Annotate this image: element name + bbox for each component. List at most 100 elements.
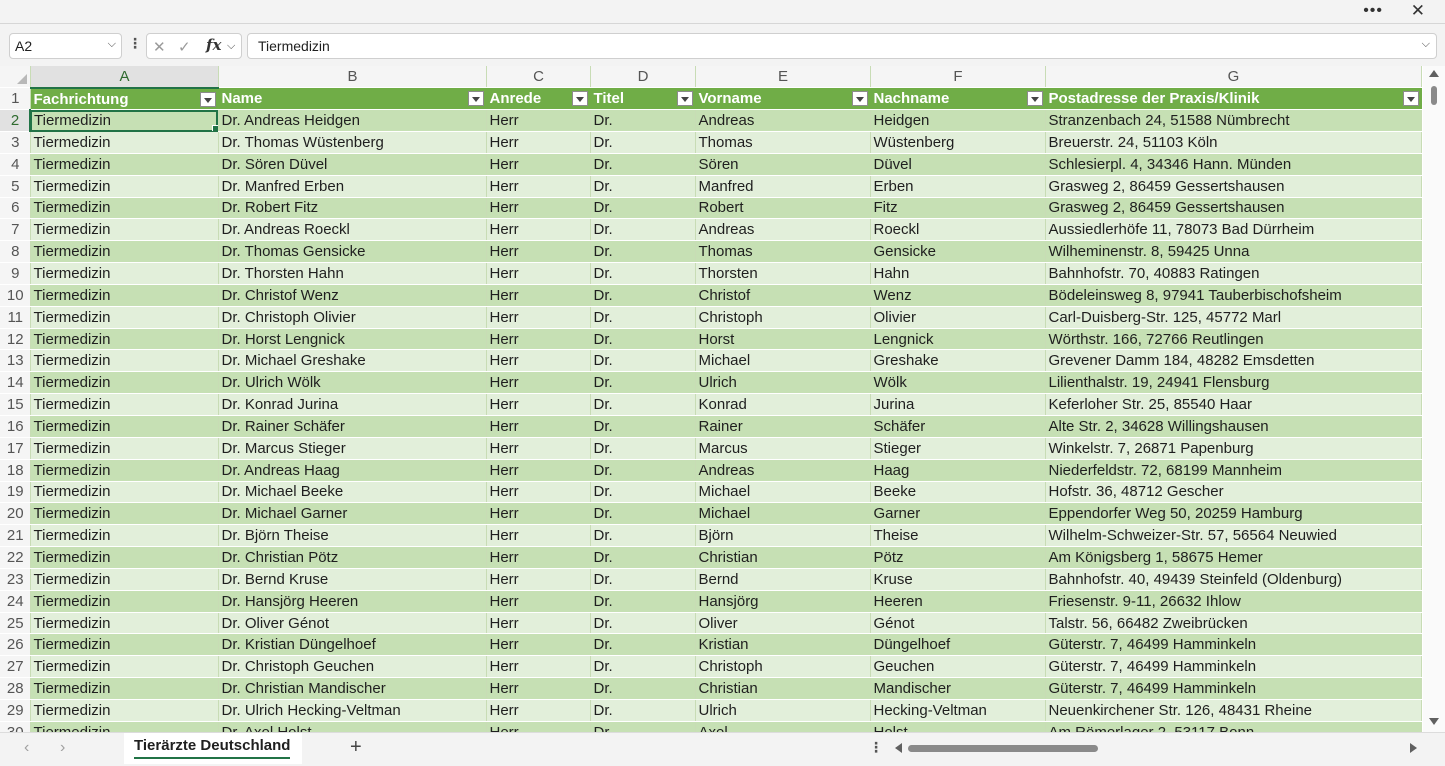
table-cell[interactable]: Tiermedizin	[30, 175, 219, 198]
table-cell[interactable]: Tiermedizin	[30, 218, 219, 242]
table-cell[interactable]: Schlesierpl. 4, 34346 Hann. Münden	[1045, 153, 1422, 176]
table-header-cell[interactable]: Anrede	[486, 87, 591, 111]
table-cell[interactable]: Dr.	[590, 284, 696, 307]
table-header-cell[interactable]: Titel	[590, 87, 696, 111]
table-cell[interactable]: Theise	[870, 524, 1046, 548]
table-cell[interactable]: Winkelstr. 7, 26871 Papenburg	[1045, 437, 1422, 460]
row-header[interactable]: 4	[0, 153, 31, 176]
table-header-cell[interactable]: Postadresse der Praxis/Klinik	[1045, 87, 1422, 111]
scroll-left-icon[interactable]	[895, 743, 902, 753]
row-header[interactable]: 8	[0, 240, 31, 264]
row-header[interactable]: 16	[0, 415, 31, 438]
table-cell[interactable]: Tiermedizin	[30, 240, 219, 264]
table-cell[interactable]: Wilheminenstr. 8, 59425 Unna	[1045, 240, 1422, 264]
row-header[interactable]: 20	[0, 502, 31, 526]
table-cell[interactable]: Herr	[486, 459, 591, 482]
table-cell[interactable]: Dr. Christoph Olivier	[218, 306, 487, 329]
table-cell[interactable]: Tiermedizin	[30, 284, 219, 307]
chevron-down-icon[interactable]: ⌵	[108, 38, 116, 51]
table-cell[interactable]: Jurina	[870, 393, 1046, 416]
chevron-down-icon[interactable]: ⌵	[227, 40, 235, 53]
table-cell[interactable]: Herr	[486, 393, 591, 416]
table-cell[interactable]: Güterstr. 7, 46499 Hamminkeln	[1045, 633, 1422, 657]
table-cell[interactable]: Sören	[695, 153, 871, 176]
table-cell[interactable]: Dr.	[590, 481, 696, 504]
table-cell[interactable]: Dr. Christoph Geuchen	[218, 655, 487, 679]
filter-dropdown-icon[interactable]	[676, 91, 693, 107]
row-header[interactable]: 6	[0, 197, 31, 220]
column-header-d[interactable]: D	[590, 66, 696, 89]
table-cell[interactable]: Dr. Björn Theise	[218, 524, 487, 548]
table-cell[interactable]: Herr	[486, 284, 591, 307]
table-cell[interactable]: Dr.	[590, 677, 696, 700]
table-cell[interactable]: Güterstr. 7, 46499 Hamminkeln	[1045, 655, 1422, 679]
table-cell[interactable]: Dr. Rainer Schäfer	[218, 415, 487, 438]
table-cell[interactable]: Carl-Duisberg-Str. 125, 45772 Marl	[1045, 306, 1422, 329]
table-cell[interactable]: Schäfer	[870, 415, 1046, 438]
table-cell[interactable]: Wenz	[870, 284, 1046, 307]
row-header[interactable]: 11	[0, 306, 31, 329]
table-cell[interactable]: Christoph	[695, 655, 871, 679]
close-icon[interactable]: ✕	[1411, 1, 1425, 21]
table-cell[interactable]: Tiermedizin	[30, 437, 219, 460]
table-cell[interactable]: Herr	[486, 590, 591, 613]
table-cell[interactable]: Roeckl	[870, 218, 1046, 242]
scroll-right-icon[interactable]	[1410, 743, 1417, 753]
column-header-f[interactable]: F	[870, 66, 1046, 89]
table-cell[interactable]: Dr. Thomas Wüstenberg	[218, 131, 487, 154]
table-cell[interactable]: Dr.	[590, 459, 696, 482]
table-cell[interactable]: Dr. Andreas Roeckl	[218, 218, 487, 242]
table-cell[interactable]: Tiermedizin	[30, 459, 219, 482]
table-cell[interactable]: Tiermedizin	[30, 371, 219, 395]
table-cell[interactable]: Tiermedizin	[30, 153, 219, 176]
table-cell[interactable]: Gensicke	[870, 240, 1046, 264]
table-cell[interactable]: Breuerstr. 24, 51103 Köln	[1045, 131, 1422, 154]
table-cell[interactable]: Dr.	[590, 328, 696, 351]
table-cell[interactable]: Düngelhoef	[870, 633, 1046, 657]
row-header[interactable]: 12	[0, 328, 31, 351]
table-cell[interactable]: Grevener Damm 184, 48282 Emsdetten	[1045, 349, 1422, 373]
table-cell[interactable]: Oliver	[695, 612, 871, 635]
row-header[interactable]: 30	[0, 721, 31, 732]
table-cell[interactable]: Herr	[486, 524, 591, 548]
table-cell[interactable]: Alte Str. 2, 34628 Willingshausen	[1045, 415, 1422, 438]
row-header[interactable]: 24	[0, 590, 31, 613]
table-cell[interactable]: Ulrich	[695, 699, 871, 722]
row-header[interactable]: 19	[0, 481, 31, 504]
select-all-corner[interactable]	[0, 66, 31, 89]
table-cell[interactable]: Güterstr. 7, 46499 Hamminkeln	[1045, 677, 1422, 700]
row-header[interactable]: 23	[0, 568, 31, 591]
table-cell[interactable]: Manfred	[695, 175, 871, 198]
table-cell[interactable]: Herr	[486, 568, 591, 591]
table-cell[interactable]: Herr	[486, 262, 591, 285]
table-cell[interactable]: Dr. Hansjörg Heeren	[218, 590, 487, 613]
table-cell[interactable]: Dr.	[590, 393, 696, 416]
table-cell[interactable]: Neuenkirchener Str. 126, 48431 Rheine	[1045, 699, 1422, 722]
table-cell[interactable]: Grasweg 2, 86459 Gessertshausen	[1045, 197, 1422, 220]
row-header[interactable]: 13	[0, 349, 31, 373]
table-cell[interactable]: Dr. Manfred Erben	[218, 175, 487, 198]
chevron-left-icon[interactable]: ‹	[24, 739, 29, 757]
table-cell[interactable]: Dr. Horst Lengnick	[218, 328, 487, 351]
table-cell[interactable]: Düvel	[870, 153, 1046, 176]
table-cell[interactable]: Horst	[695, 328, 871, 351]
table-cell[interactable]: Herr	[486, 502, 591, 526]
row-header[interactable]: 3	[0, 131, 31, 154]
table-cell[interactable]: Dr. Christian Mandischer	[218, 677, 487, 700]
add-sheet-icon[interactable]: +	[350, 736, 362, 759]
row-header[interactable]: 18	[0, 459, 31, 482]
table-cell[interactable]: Michael	[695, 502, 871, 526]
row-header[interactable]: 5	[0, 175, 31, 198]
table-cell[interactable]: Tiermedizin	[30, 197, 219, 220]
filter-dropdown-icon[interactable]	[199, 91, 216, 107]
table-cell[interactable]: Dr.	[590, 590, 696, 613]
row-header[interactable]: 7	[0, 218, 31, 242]
column-header-a[interactable]: A	[30, 66, 219, 89]
name-box[interactable]: A2 ⌵	[9, 33, 122, 59]
table-cell[interactable]: Tiermedizin	[30, 633, 219, 657]
table-cell[interactable]: Stieger	[870, 437, 1046, 460]
table-cell[interactable]: Am Römerlager 2, 53117 Bonn	[1045, 721, 1422, 732]
table-cell[interactable]: Tiermedizin	[30, 262, 219, 285]
table-cell[interactable]: Michael	[695, 349, 871, 373]
table-cell[interactable]: Lengnick	[870, 328, 1046, 351]
